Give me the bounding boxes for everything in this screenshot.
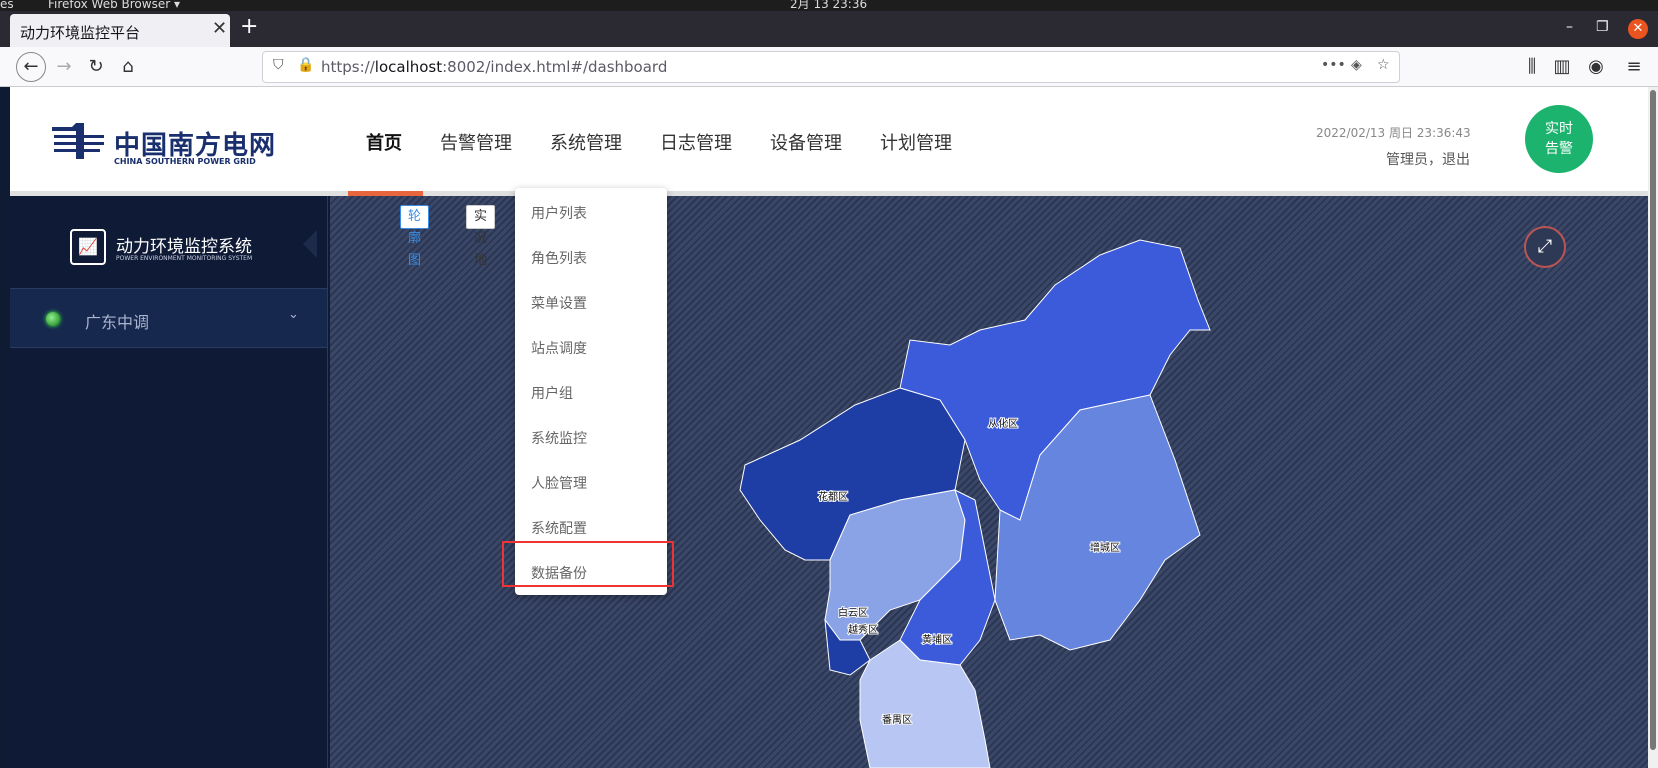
district-label: 黄埔区 xyxy=(922,633,952,646)
sidebar-item-region[interactable]: 广东中调 ⌄ xyxy=(10,288,327,348)
url-text[interactable]: https://localhost:8002/index.html#/dashb… xyxy=(321,58,667,76)
app-header: 中国南方电网 CHINA SOUTHERN POWER GRID 首页 告警管理… xyxy=(10,87,1648,191)
browser-tab[interactable]: 动力环境监控平台 ✕ xyxy=(10,14,230,47)
menu-item-system-monitor[interactable]: 系统监控 xyxy=(531,428,587,448)
os-app-menu[interactable]: Firefox Web Browser ▾ xyxy=(48,0,180,11)
menu-item-user-list[interactable]: 用户列表 xyxy=(531,203,587,223)
district-label: 增城区 xyxy=(1090,541,1120,554)
nav-menu-device[interactable]: 设备管理 xyxy=(770,129,842,155)
highlight-box xyxy=(502,541,674,587)
url-prefix: https:// xyxy=(321,58,375,76)
nav-menu-system[interactable]: 系统管理 xyxy=(550,129,622,155)
user-logout-link[interactable]: 管理员，退出 xyxy=(1386,149,1470,169)
district-label: 越秀区 xyxy=(848,623,878,636)
alarm-label-line2: 告警 xyxy=(1545,141,1573,157)
lock-warning-icon[interactable]: 🔒 xyxy=(297,57,314,73)
realtime-alarm-button[interactable]: 实时 告警 xyxy=(1525,105,1593,173)
district-label: 花都区 xyxy=(818,490,848,503)
menu-item-system-config[interactable]: 系统配置 xyxy=(531,518,587,538)
status-dot-icon xyxy=(46,312,60,326)
os-clock[interactable]: 2月 13 23:36 xyxy=(790,0,867,11)
maximize-icon[interactable]: ❐ xyxy=(1596,19,1609,35)
system-subtitle: POWER ENVIRONMENT MONITORING SYSTEM xyxy=(116,255,253,262)
menu-item-user-group[interactable]: 用户组 xyxy=(531,383,573,403)
home-icon[interactable]: ⌂ xyxy=(114,53,142,81)
district-label: 从化区 xyxy=(988,417,1018,430)
bookmark-star-icon[interactable]: ☆ xyxy=(1377,57,1390,73)
nav-menu-home[interactable]: 首页 xyxy=(366,129,402,155)
minimize-icon[interactable]: – xyxy=(1566,19,1573,35)
menu-item-menu-settings[interactable]: 菜单设置 xyxy=(531,293,587,313)
url-path: :8002/index.html#/dashboard xyxy=(442,58,668,76)
sidebar-toggle-icon[interactable]: ▥ xyxy=(1548,53,1576,81)
hamburger-menu-icon[interactable]: ≡ xyxy=(1620,53,1648,81)
library-icon[interactable]: ⫼ xyxy=(1518,53,1546,81)
os-left-fragment: es xyxy=(0,0,14,11)
forward-arrow-icon[interactable]: → xyxy=(50,53,78,81)
url-bar[interactable]: ⛉ 🔒 https://localhost:8002/index.html#/d… xyxy=(262,51,1400,83)
chevron-down-icon[interactable]: ⌄ xyxy=(288,307,299,322)
reload-icon[interactable]: ↻ xyxy=(82,53,110,81)
csg-logo-icon xyxy=(52,123,104,159)
page-actions-icon[interactable]: ••• xyxy=(1321,57,1346,73)
os-top-bar: es Firefox Web Browser ▾ 2月 13 23:36 xyxy=(0,0,1658,11)
scrollbar-thumb[interactable] xyxy=(1650,90,1656,750)
new-tab-icon[interactable]: + xyxy=(240,14,258,39)
menu-item-site-dispatch[interactable]: 站点调度 xyxy=(531,338,587,358)
pocket-icon[interactable]: ◈ xyxy=(1351,57,1362,73)
url-host: localhost xyxy=(374,58,443,76)
menu-item-role-list[interactable]: 角色列表 xyxy=(531,248,587,268)
district-label: 番禺区 xyxy=(882,714,912,726)
shield-icon[interactable]: ⛉ xyxy=(273,57,284,73)
account-icon[interactable]: ◉ xyxy=(1582,53,1610,81)
header-datetime: 2022/02/13 周日 23:36:43 xyxy=(1316,126,1471,140)
sidebar: 📈 动力环境监控系统 POWER ENVIRONMENT MONITORING … xyxy=(10,196,328,768)
district-label: 白云区 xyxy=(838,606,868,619)
logo-text-en: CHINA SOUTHERN POWER GRID xyxy=(114,157,256,166)
fullscreen-icon[interactable]: ⤢ xyxy=(1524,226,1566,268)
nav-menu-plan[interactable]: 计划管理 xyxy=(880,129,952,155)
back-arrow-icon[interactable]: ← xyxy=(16,52,46,82)
region-label: 广东中调 xyxy=(85,313,150,332)
browser-nav-toolbar: ← → ↻ ⌂ ⛉ 🔒 https://localhost:8002/index… xyxy=(0,47,1658,87)
system-management-dropdown: 用户列表 角色列表 菜单设置 站点调度 用户组 系统监控 人脸管理 系统配置 数… xyxy=(515,188,667,595)
window-close-icon[interactable]: ✕ xyxy=(1628,19,1648,39)
tab-close-icon[interactable]: ✕ xyxy=(212,18,227,39)
nav-menu-alarm[interactable]: 告警管理 xyxy=(440,129,512,155)
menu-item-face-management[interactable]: 人脸管理 xyxy=(531,473,587,493)
sidebar-collapse-handle[interactable] xyxy=(303,230,317,258)
system-title: 动力环境监控系统 xyxy=(116,237,252,257)
alarm-label-line1: 实时 xyxy=(1545,121,1573,137)
nav-menu-log[interactable]: 日志管理 xyxy=(660,129,732,155)
chart-icon: 📈 xyxy=(70,229,106,265)
tab-title: 动力环境监控平台 xyxy=(20,24,141,42)
